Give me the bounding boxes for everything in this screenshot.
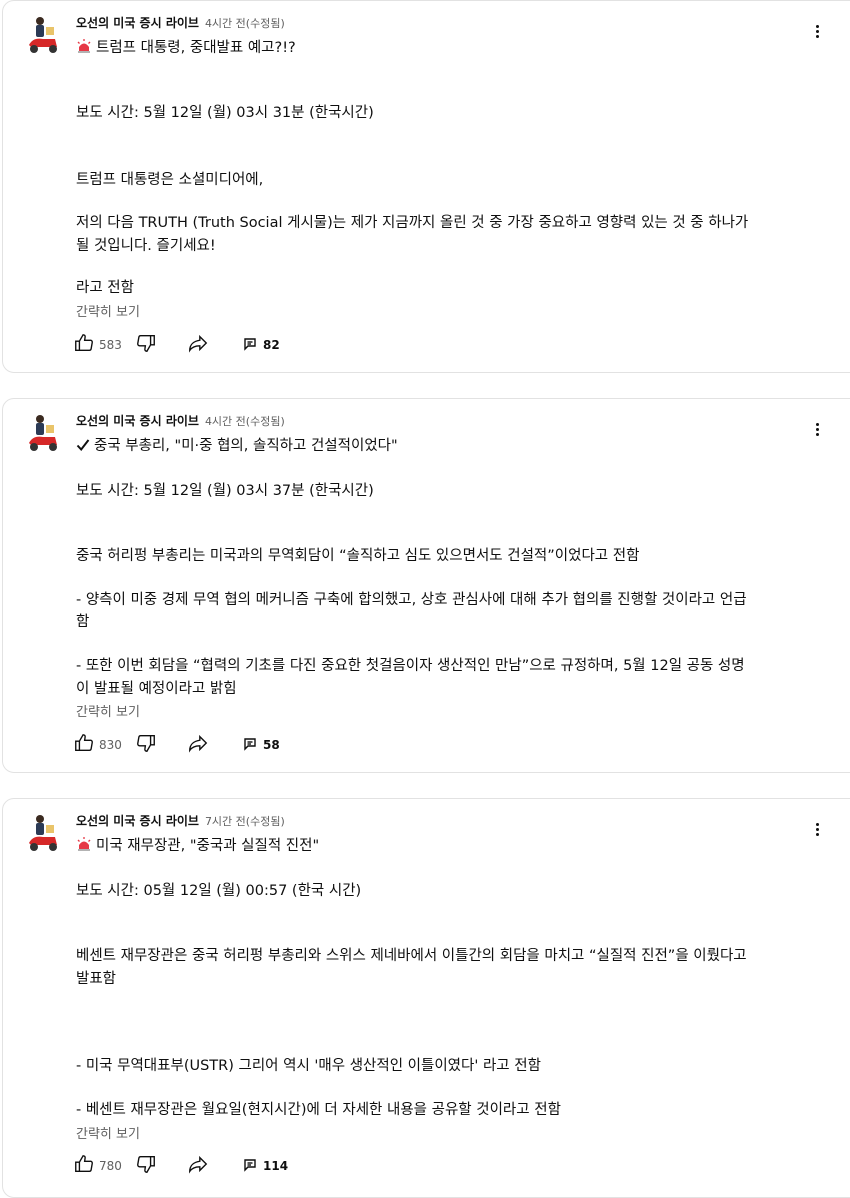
comment-icon [243,736,257,755]
post-line: 베센트 재무장관은 중국 허리펑 부총리와 스위스 제네바에서 이틀간의 회담을… [76,948,747,964]
share-button[interactable] [187,334,209,356]
thumbs-down-icon [135,732,157,758]
channel-name[interactable]: 오선의 미국 증시 라이브 [76,414,199,428]
share-icon [187,332,209,358]
comment-count: 58 [263,738,280,752]
post-line: 보도 시간: 5월 12일 (월) 03시 37분 (한국시간) [76,483,374,499]
post-line: 될 것입니다. 즐기세요! [76,238,216,254]
post-line: 이 발표될 예정이라고 밝힘 [76,681,237,697]
thumbs-down-icon [135,1153,157,1179]
like-button[interactable]: 583 [73,334,122,356]
comment-icon [243,336,257,355]
post-title-text: 미국 재무장관, "중국과 실질적 진전" [96,838,320,854]
thumbs-up-icon [73,1153,95,1179]
post-header: 오선의 미국 증시 라이브 4시간 전(수정됨) [76,15,285,32]
post-line: - 미국 무역대표부(USTR) 그리어 역시 '매우 생산적인 이틀이였다' … [76,1058,541,1074]
checkmark-icon [76,438,90,458]
post-line: 보도 시간: 05월 12일 (월) 00:57 (한국 시간) [76,883,362,899]
avatar[interactable] [25,413,61,455]
post-header: 오선의 미국 증시 라이브 7시간 전(수정됨) [76,813,285,830]
post-title: 중국 부총리, "미·중 협의, 솔직하고 건설적이었다" [76,436,398,458]
comments-button[interactable]: 58 [243,734,280,756]
like-count: 583 [99,338,122,352]
share-button[interactable] [187,1155,209,1177]
dislike-button[interactable] [135,734,157,756]
like-button[interactable]: 780 [73,1155,122,1177]
post-card: 오선의 미국 증시 라이브 7시간 전(수정됨) 미국 재무장관, "중국과 실질… [2,798,850,1198]
more-options-button[interactable] [809,821,825,843]
post-title-text: 트럼프 대통령, 중대발표 예고?!? [96,40,296,56]
post-title: 미국 재무장관, "중국과 실질적 진전" [76,836,319,858]
action-bar: 830 58 [73,734,333,758]
share-icon [187,732,209,758]
post-title: 트럼프 대통령, 중대발표 예고?!? [76,38,296,60]
read-less-link[interactable]: 간략히 보기 [76,1123,140,1142]
more-options-button[interactable] [809,421,825,443]
channel-name[interactable]: 오선의 미국 증시 라이브 [76,814,199,828]
post-title-text: 중국 부총리, "미·중 협의, 솔직하고 건설적이었다" [94,438,398,454]
post-time[interactable]: 7시간 전(수정됨) [205,815,285,828]
post-card: 오선의 미국 증시 라이브 4시간 전(수정됨) 트럼프 대통령, 중대발표 예고… [2,0,850,373]
more-options-button[interactable] [809,23,825,45]
post-line: 보도 시간: 5월 12일 (월) 03시 31분 (한국시간) [76,105,374,121]
comments-button[interactable]: 82 [243,334,280,356]
action-bar: 780 114 [73,1155,333,1179]
post-card: 오선의 미국 증시 라이브 4시간 전(수정됨) 중국 부총리, "미·중 협의,… [2,398,850,773]
siren-icon [76,38,92,60]
share-icon [187,1153,209,1179]
post-line: 함 [76,614,90,630]
channel-name[interactable]: 오선의 미국 증시 라이브 [76,16,199,30]
post-line: - 양측이 미중 경제 무역 협의 메커니즘 구축에 합의했고, 상호 관심사에… [76,592,747,608]
post-line: 라고 전함 [76,280,134,296]
comment-icon [243,1157,257,1176]
post-time[interactable]: 4시간 전(수정됨) [205,17,285,30]
post-line: 저의 다음 TRUTH (Truth Social 게시물)는 제가 지금까지 … [76,215,749,231]
comment-count: 114 [263,1159,289,1173]
comment-count: 82 [263,338,280,352]
read-less-link[interactable]: 간략히 보기 [76,301,140,320]
dislike-button[interactable] [135,334,157,356]
action-bar: 583 82 [73,334,333,358]
post-line: 트럼프 대통령은 소셜미디어에, [76,172,264,188]
post-header: 오선의 미국 증시 라이브 4시간 전(수정됨) [76,413,285,430]
comments-button[interactable]: 114 [243,1155,288,1177]
thumbs-down-icon [135,332,157,358]
like-count: 780 [99,1159,122,1173]
thumbs-up-icon [73,732,95,758]
share-button[interactable] [187,734,209,756]
avatar[interactable] [25,813,61,855]
siren-icon [76,836,92,858]
avatar[interactable] [25,15,61,57]
read-less-link[interactable]: 간략히 보기 [76,701,140,720]
post-line: 발표함 [76,971,117,987]
post-line: - 베센트 재무장관은 월요일(현지시간)에 더 자세한 내용을 공유할 것이라… [76,1102,561,1118]
dislike-button[interactable] [135,1155,157,1177]
post-line: - 또한 이번 회담을 “협력의 기초를 다진 중요한 첫걸음이자 생산적인 만… [76,658,745,674]
post-time[interactable]: 4시간 전(수정됨) [205,415,285,428]
like-button[interactable]: 830 [73,734,122,756]
post-line: 중국 허리펑 부총리는 미국과의 무역회담이 “솔직하고 심도 있으면서도 건설… [76,548,640,564]
thumbs-up-icon [73,332,95,358]
like-count: 830 [99,738,122,752]
